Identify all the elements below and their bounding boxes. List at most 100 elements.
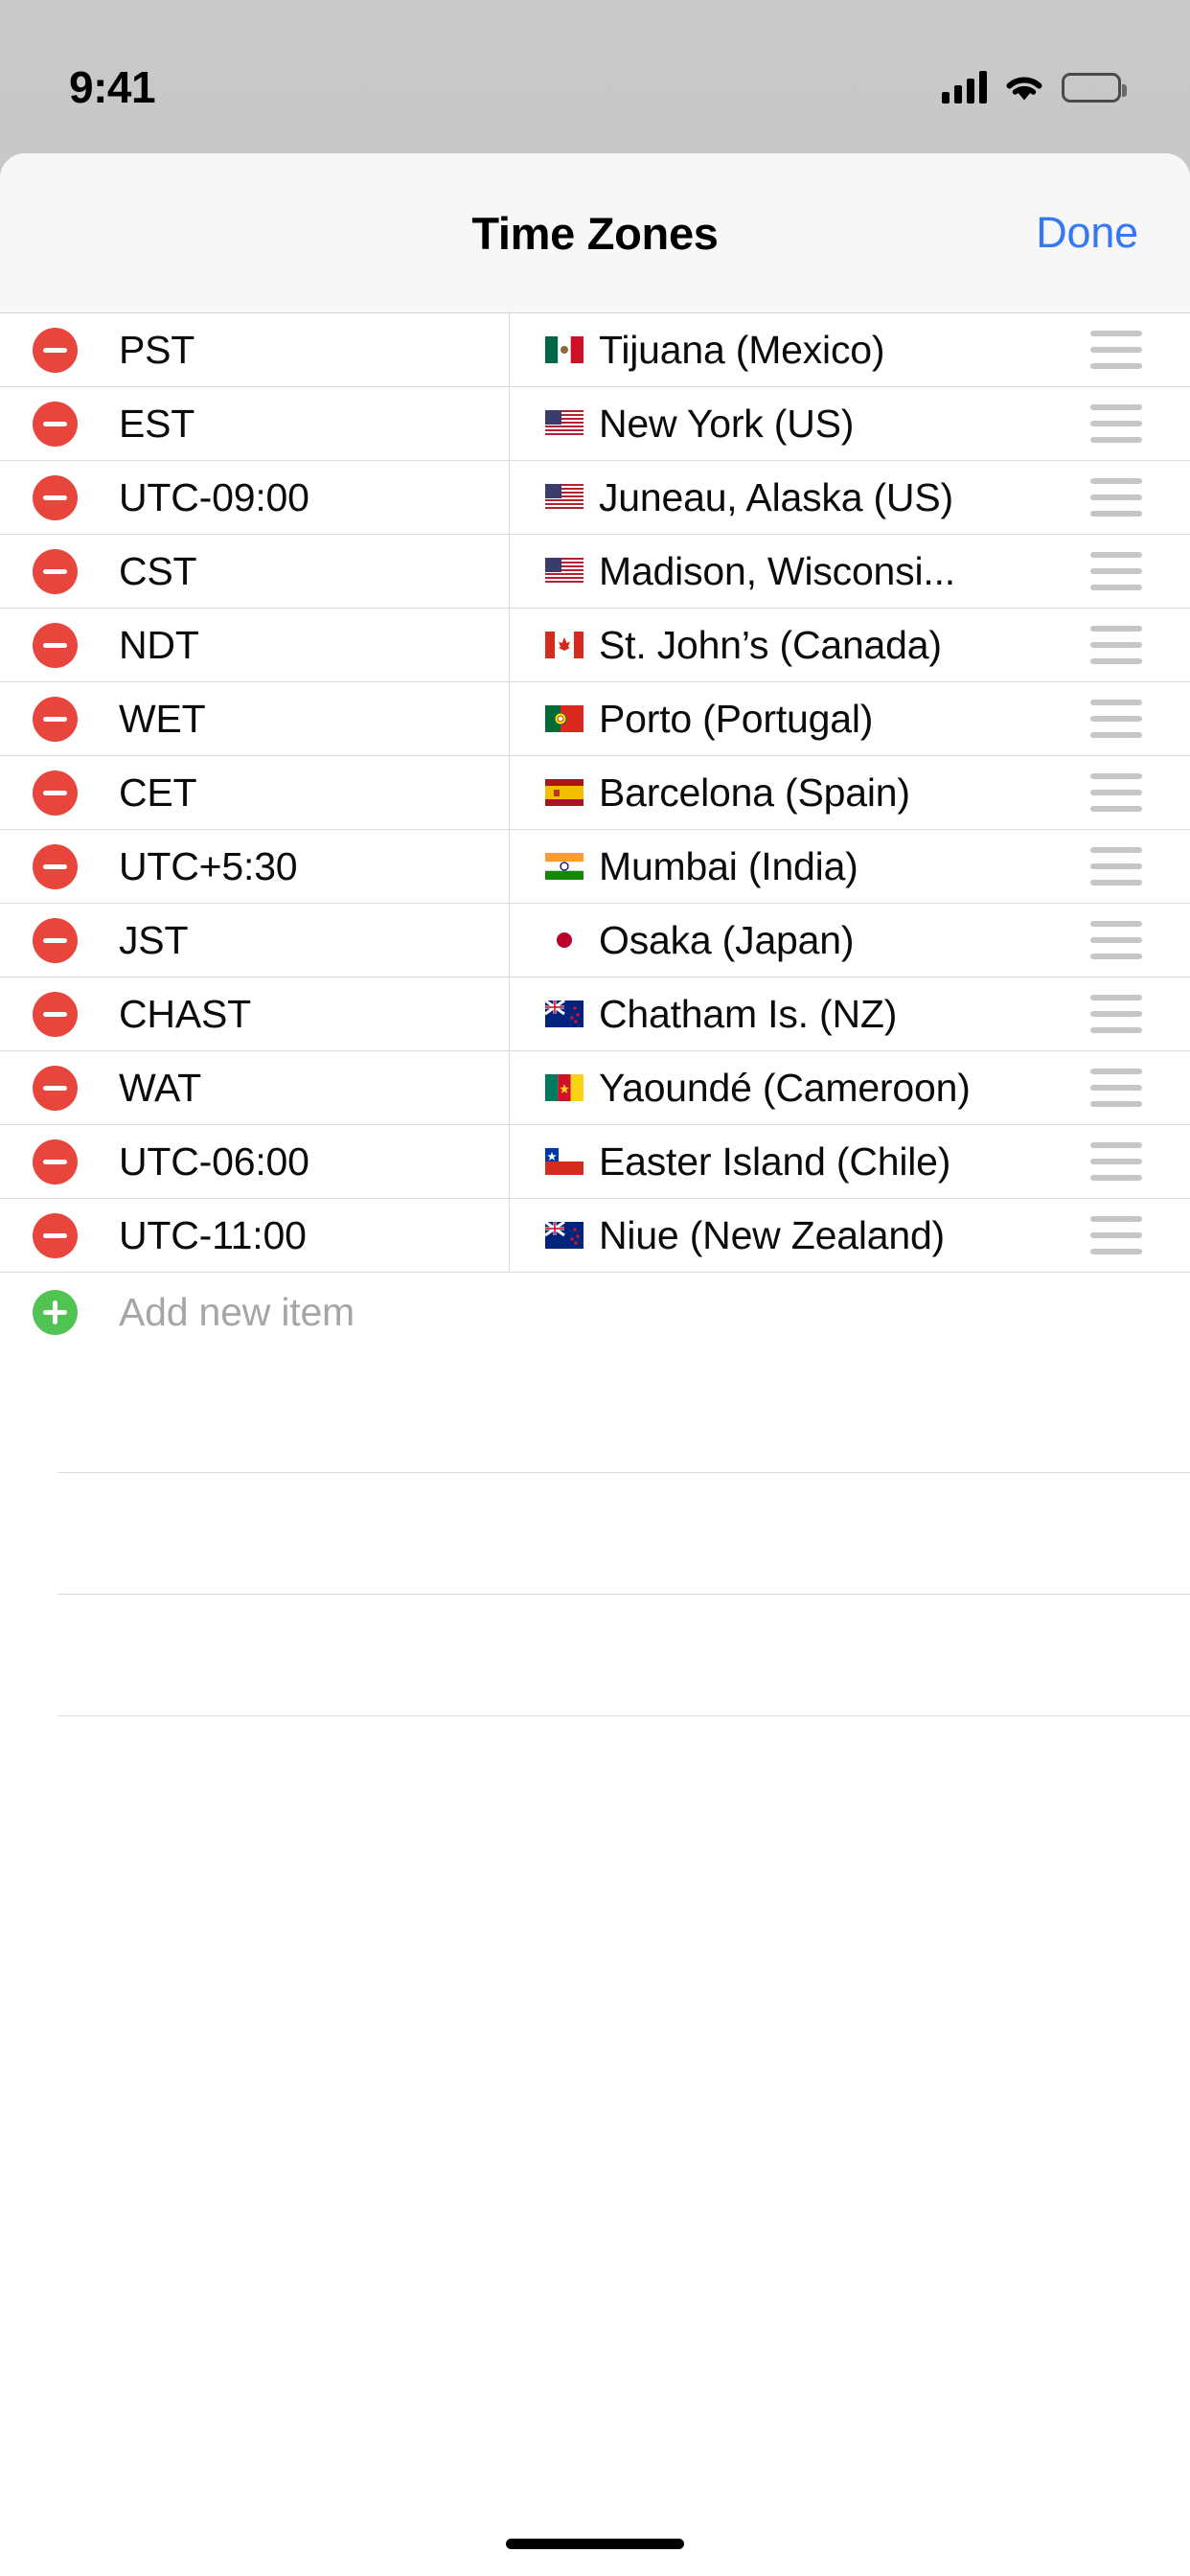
drag-handle-icon[interactable] bbox=[1090, 700, 1142, 738]
flag-japan-icon bbox=[545, 927, 584, 954]
drag-handle-icon[interactable] bbox=[1090, 1142, 1142, 1181]
drag-handle-icon[interactable] bbox=[1090, 847, 1142, 886]
add-new-item-input[interactable]: Add new item bbox=[119, 1290, 355, 1335]
table-row[interactable]: UTC+5:30 Mumbai (India) bbox=[0, 830, 1190, 904]
flag-canada-icon bbox=[545, 632, 584, 658]
minus-circle-icon[interactable] bbox=[33, 1212, 78, 1258]
city-cell: New York (US) bbox=[509, 387, 1190, 460]
city-cell: Niue (New Zealand) bbox=[509, 1199, 1190, 1272]
drag-handle-icon[interactable] bbox=[1090, 1069, 1142, 1107]
flag-united-states-icon bbox=[545, 410, 584, 437]
navigation-bar: Time Zones Done bbox=[0, 153, 1190, 313]
minus-circle-icon[interactable] bbox=[33, 770, 78, 816]
empty-list-row bbox=[0, 1595, 1190, 1716]
drag-handle-icon[interactable] bbox=[1090, 921, 1142, 959]
city-cell: Madison, Wisconsi... bbox=[509, 535, 1190, 608]
city-name: Easter Island (Chile) bbox=[599, 1138, 951, 1184]
minus-circle-icon[interactable] bbox=[33, 917, 78, 963]
drag-handle-icon[interactable] bbox=[1090, 995, 1142, 1033]
add-new-item-row[interactable]: Add new item bbox=[0, 1273, 1190, 1351]
table-row[interactable]: WET Porto (Portugal) bbox=[0, 682, 1190, 756]
minus-circle-icon[interactable] bbox=[33, 474, 78, 520]
timezone-abbreviation: UTC-09:00 bbox=[119, 474, 309, 519]
minus-circle-icon[interactable] bbox=[33, 548, 78, 594]
phone-screen: 9:41 Time Zones Done PST Tijuana (Mexico… bbox=[0, 0, 1190, 2576]
flag-new-zealand-icon bbox=[545, 1222, 584, 1249]
table-row[interactable]: CET Barcelona (Spain) bbox=[0, 756, 1190, 830]
minus-circle-icon[interactable] bbox=[33, 401, 78, 447]
drag-handle-icon[interactable] bbox=[1090, 478, 1142, 517]
table-row[interactable]: PST Tijuana (Mexico) bbox=[0, 313, 1190, 387]
city-cell: Yaoundé (Cameroon) bbox=[509, 1051, 1190, 1124]
table-row[interactable]: CST Madison, Wisconsi... bbox=[0, 535, 1190, 609]
timezone-abbreviation: PST bbox=[119, 327, 195, 372]
minus-circle-icon[interactable] bbox=[33, 1138, 78, 1184]
city-name: Tijuana (Mexico) bbox=[599, 327, 885, 372]
drag-handle-icon[interactable] bbox=[1090, 773, 1142, 812]
flag-new-zealand-icon bbox=[545, 1000, 584, 1027]
timezone-abbreviation: CET bbox=[119, 770, 197, 815]
minus-circle-icon[interactable] bbox=[33, 991, 78, 1037]
status-bar: 9:41 bbox=[0, 0, 1190, 153]
flag-spain-icon bbox=[545, 779, 584, 806]
table-row[interactable]: WAT Yaoundé (Cameroon) bbox=[0, 1051, 1190, 1125]
plus-circle-icon[interactable] bbox=[33, 1289, 78, 1335]
flag-united-states-icon bbox=[545, 558, 584, 585]
minus-circle-icon[interactable] bbox=[33, 696, 78, 742]
table-row[interactable]: EST New York (US) bbox=[0, 387, 1190, 461]
city-name: New York (US) bbox=[599, 401, 855, 446]
city-cell: Barcelona (Spain) bbox=[509, 756, 1190, 829]
time-zone-list: PST Tijuana (Mexico) EST New York (US) UTC-0… bbox=[0, 313, 1190, 1273]
timezone-abbreviation: UTC+5:30 bbox=[119, 843, 298, 888]
city-cell: Osaka (Japan) bbox=[509, 904, 1190, 977]
city-cell: St. John’s (Canada) bbox=[509, 609, 1190, 681]
city-name: Porto (Portugal) bbox=[599, 696, 874, 741]
minus-circle-icon[interactable] bbox=[33, 327, 78, 373]
status-bar-icons bbox=[942, 71, 1127, 104]
table-row[interactable]: UTC-09:00 Juneau, Alaska (US) bbox=[0, 461, 1190, 535]
timezone-abbreviation: NDT bbox=[119, 622, 199, 667]
timezone-abbreviation: UTC-11:00 bbox=[119, 1212, 307, 1257]
empty-rows-area bbox=[0, 1351, 1190, 1716]
city-name: St. John’s (Canada) bbox=[599, 622, 942, 667]
city-cell: Mumbai (India) bbox=[509, 830, 1190, 903]
table-row[interactable]: CHAST Chatham Is. (NZ) bbox=[0, 978, 1190, 1051]
flag-chile-icon bbox=[545, 1148, 584, 1175]
done-button[interactable]: Done bbox=[1036, 208, 1138, 258]
time-zones-sheet: Time Zones Done PST Tijuana (Mexico) EST Ne… bbox=[0, 153, 1190, 2576]
minus-circle-icon[interactable] bbox=[33, 622, 78, 668]
city-name: Barcelona (Spain) bbox=[599, 770, 910, 815]
drag-handle-icon[interactable] bbox=[1090, 626, 1142, 664]
drag-handle-icon[interactable] bbox=[1090, 404, 1142, 443]
minus-circle-icon[interactable] bbox=[33, 1065, 78, 1111]
flag-mexico-icon bbox=[545, 336, 584, 363]
table-row[interactable]: NDT St. John’s (Canada) bbox=[0, 609, 1190, 682]
city-name: Madison, Wisconsi... bbox=[599, 548, 955, 593]
timezone-abbreviation: EST bbox=[119, 401, 195, 446]
page-title: Time Zones bbox=[471, 207, 719, 259]
drag-handle-icon[interactable] bbox=[1090, 552, 1142, 590]
flag-portugal-icon bbox=[545, 705, 584, 732]
table-row[interactable]: UTC-06:00 Easter Island (Chile) bbox=[0, 1125, 1190, 1199]
city-name: Juneau, Alaska (US) bbox=[599, 474, 953, 519]
cellular-signal-icon bbox=[942, 71, 987, 104]
drag-handle-icon[interactable] bbox=[1090, 331, 1142, 369]
city-name: Chatham Is. (NZ) bbox=[599, 991, 898, 1036]
city-name: Yaoundé (Cameroon) bbox=[599, 1065, 971, 1110]
empty-list-row bbox=[0, 1473, 1190, 1595]
flag-india-icon bbox=[545, 853, 584, 880]
timezone-abbreviation: WET bbox=[119, 696, 206, 741]
minus-circle-icon[interactable] bbox=[33, 843, 78, 889]
drag-handle-icon[interactable] bbox=[1090, 1216, 1142, 1254]
timezone-abbreviation: CHAST bbox=[119, 991, 251, 1036]
table-row[interactable]: UTC-11:00 Niue (New Zealand) bbox=[0, 1199, 1190, 1273]
wifi-icon bbox=[1003, 71, 1045, 104]
city-cell: Porto (Portugal) bbox=[509, 682, 1190, 755]
city-cell: Easter Island (Chile) bbox=[509, 1125, 1190, 1198]
city-name: Mumbai (India) bbox=[599, 843, 858, 888]
table-row[interactable]: JST Osaka (Japan) bbox=[0, 904, 1190, 978]
city-cell: Tijuana (Mexico) bbox=[509, 313, 1190, 386]
city-cell: Chatham Is. (NZ) bbox=[509, 978, 1190, 1050]
timezone-abbreviation: WAT bbox=[119, 1065, 201, 1110]
timezone-abbreviation: CST bbox=[119, 548, 197, 593]
